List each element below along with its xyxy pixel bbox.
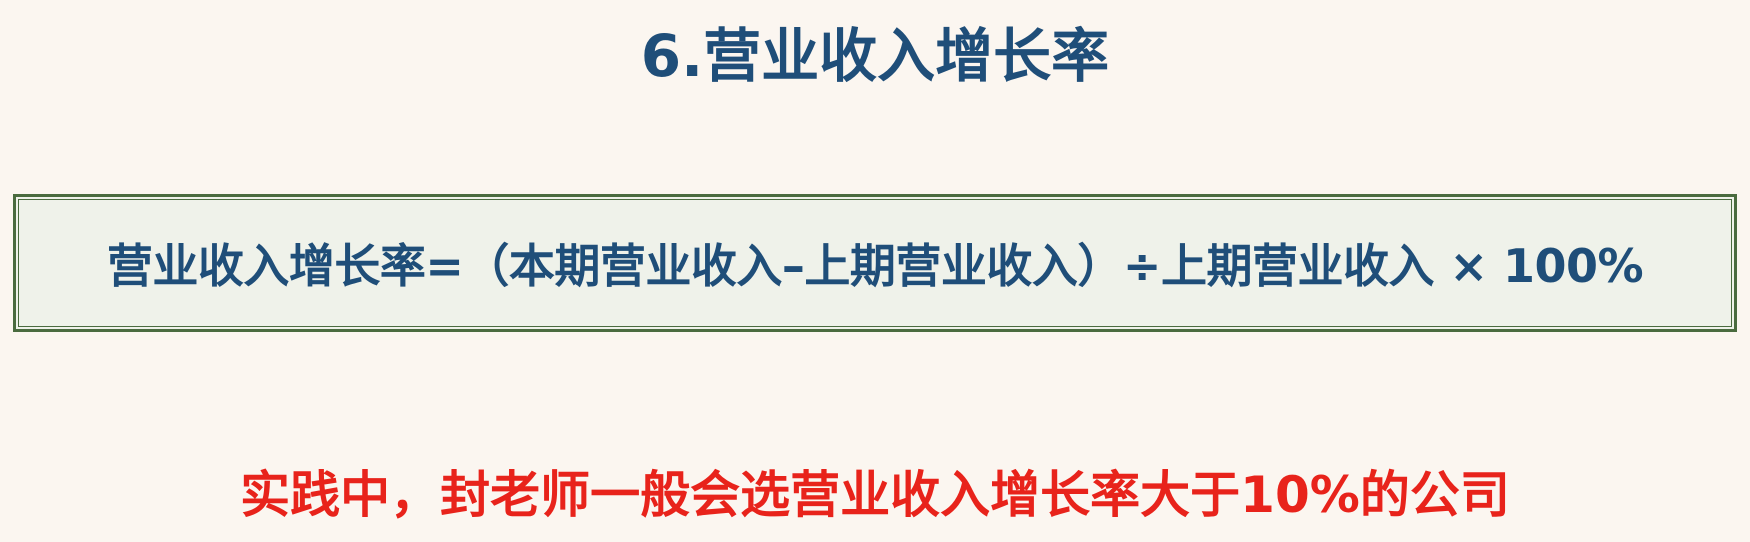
slide-title: 6.营业收入增长率 xyxy=(640,22,1110,90)
slide: 6.营业收入增长率 营业收入增长率=（本期营业收入–上期营业收入）÷上期营业收入… xyxy=(0,0,1750,542)
note-text: 实践中，封老师一般会选营业收入增长率大于10%的公司 xyxy=(240,466,1510,524)
formula-box: 营业收入增长率=（本期营业收入–上期营业收入）÷上期营业收入 × 100% xyxy=(13,194,1737,332)
formula-text: 营业收入增长率=（本期营业收入–上期营业收入）÷上期营业收入 × 100% xyxy=(106,239,1644,293)
